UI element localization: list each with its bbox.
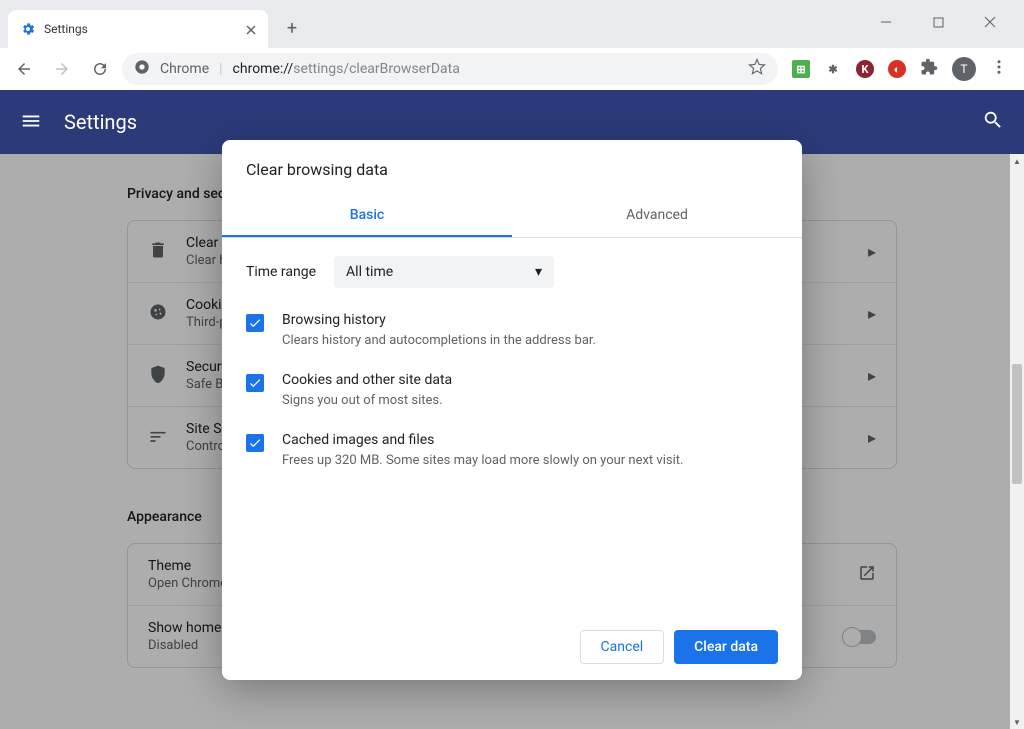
window-controls — [872, 0, 1024, 36]
chevron-down-icon: ▾ — [535, 264, 542, 280]
cancel-button[interactable]: Cancel — [580, 630, 665, 664]
gear-icon — [20, 21, 36, 37]
option-cookies: Cookies and other site dataSigns you out… — [246, 372, 778, 410]
browser-tab[interactable]: Settings — [8, 10, 268, 48]
address-bar[interactable]: Chrome | chrome://settings/clearBrowserD… — [122, 53, 778, 85]
option-browsing-history: Browsing historyClears history and autoc… — [246, 312, 778, 350]
url-separator: | — [219, 61, 222, 77]
search-icon[interactable] — [982, 109, 1004, 135]
menu-icon[interactable] — [20, 110, 44, 134]
option-cached: Cached images and filesFrees up 320 MB. … — [246, 432, 778, 470]
forward-button[interactable] — [46, 53, 78, 85]
reload-button[interactable] — [84, 53, 116, 85]
dialog-tabs: Basic Advanced — [222, 195, 802, 238]
page-title: Settings — [64, 110, 137, 134]
extension-icon[interactable]: K — [856, 60, 874, 78]
checkbox-browsing-history[interactable] — [246, 314, 264, 332]
profile-avatar[interactable]: T — [952, 57, 976, 81]
browser-titlebar: Settings + — [0, 0, 1024, 48]
extension-icon[interactable]: ◐ — [888, 60, 906, 78]
checkbox-cookies[interactable] — [246, 374, 264, 392]
site-info-icon[interactable] — [134, 59, 150, 79]
maximize-button[interactable] — [924, 8, 952, 36]
extension-icon[interactable]: ✱ — [824, 60, 842, 78]
back-button[interactable] — [8, 53, 40, 85]
extension-icons: ⊞ ✱ K ◐ T — [784, 57, 1016, 81]
checkbox-cached[interactable] — [246, 434, 264, 452]
clear-browsing-data-dialog: Clear browsing data Basic Advanced Time … — [222, 140, 802, 680]
extension-icon[interactable]: ⊞ — [792, 60, 810, 78]
tab-basic[interactable]: Basic — [222, 195, 512, 237]
new-tab-button[interactable]: + — [278, 14, 306, 42]
url-prefix: Chrome — [160, 61, 209, 77]
close-window-button[interactable] — [976, 8, 1004, 36]
clear-data-button[interactable]: Clear data — [674, 630, 778, 664]
browser-toolbar: Chrome | chrome://settings/clearBrowserD… — [0, 48, 1024, 90]
dialog-title: Clear browsing data — [222, 140, 802, 195]
tab-title: Settings — [44, 22, 238, 36]
page-scrollbar[interactable]: ▲ ▼ — [1010, 154, 1024, 729]
browser-menu-icon[interactable] — [990, 58, 1008, 80]
minimize-button[interactable] — [872, 8, 900, 36]
time-range-label: Time range — [246, 264, 316, 280]
extensions-puzzle-icon[interactable] — [920, 58, 938, 80]
scroll-up-arrow[interactable]: ▲ — [1010, 154, 1024, 168]
time-range-select[interactable]: All time ▾ — [334, 256, 554, 288]
scroll-down-arrow[interactable]: ▼ — [1010, 715, 1024, 729]
close-tab-icon[interactable] — [246, 20, 256, 39]
bookmark-star-icon[interactable] — [748, 58, 766, 80]
url-path: chrome://settings/clearBrowserData — [233, 61, 460, 77]
scroll-thumb[interactable] — [1012, 364, 1022, 484]
tab-advanced[interactable]: Advanced — [512, 195, 802, 237]
